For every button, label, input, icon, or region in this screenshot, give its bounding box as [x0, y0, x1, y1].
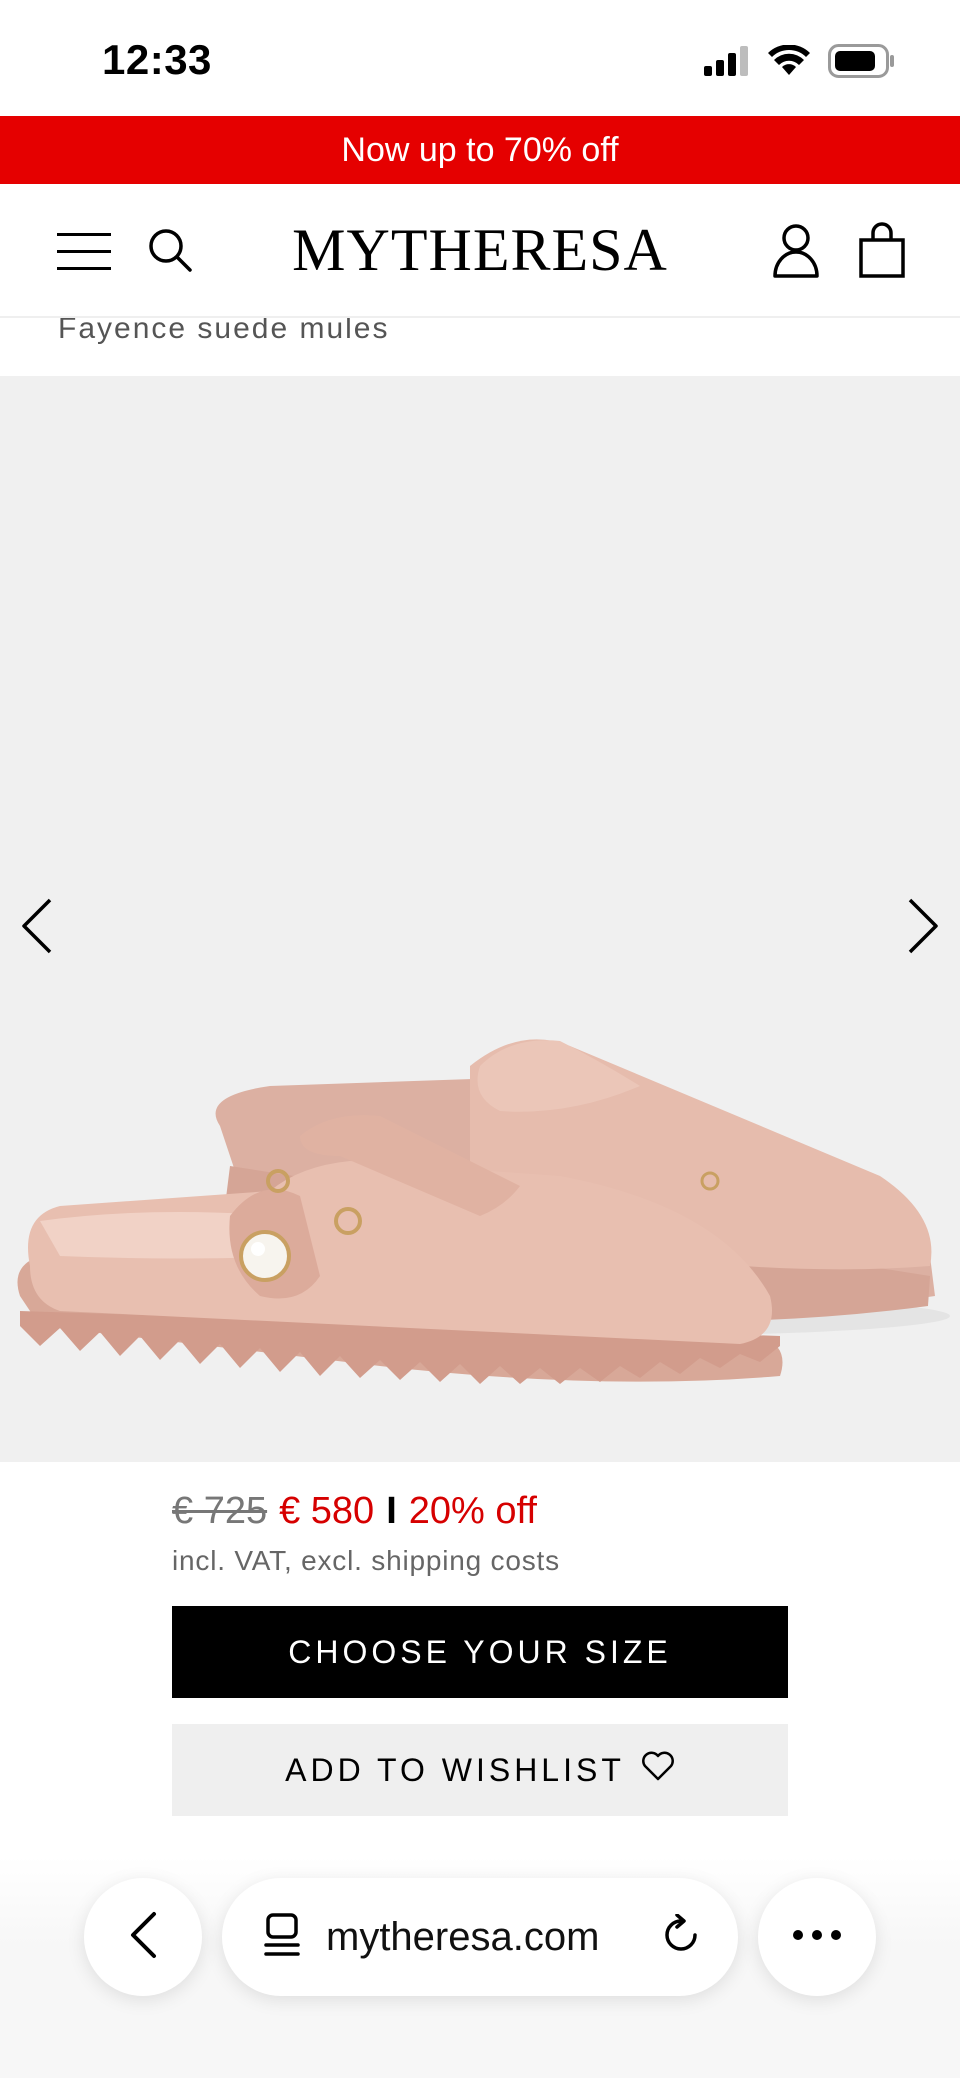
site-header: MYTHERESA — [0, 184, 960, 318]
back-button[interactable] — [84, 1878, 202, 1996]
product-name-strip: Fayence suede mules — [0, 318, 960, 376]
product-name: Fayence suede mules — [58, 318, 390, 345]
status-time: 12:33 — [102, 36, 212, 83]
promo-text: Now up to 70% off — [341, 130, 619, 169]
price-block: € 725 € 580 I 20% off incl. VAT, excl. s… — [172, 1490, 792, 1577]
signal-icon — [704, 46, 750, 81]
bag-icon[interactable] — [854, 220, 910, 280]
price-discount: 20% off — [408, 1490, 537, 1532]
back-icon — [128, 1910, 158, 1965]
more-icon — [792, 1928, 842, 1946]
price-sale: € 580 — [279, 1490, 375, 1532]
choose-size-label: CHOOSE YOUR SIZE — [288, 1633, 672, 1670]
price-separator: I — [386, 1490, 397, 1532]
product-image — [17, 1039, 950, 1384]
price-original: € 725 — [172, 1490, 268, 1532]
address-bar[interactable]: mytheresa.com — [222, 1878, 738, 1996]
battery-icon — [828, 44, 896, 83]
tabs-icon[interactable] — [262, 1912, 302, 1962]
wifi-icon — [768, 44, 810, 82]
search-icon[interactable] — [142, 222, 198, 278]
vat-note: incl. VAT, excl. shipping costs — [172, 1545, 560, 1576]
heart-icon — [641, 1751, 675, 1789]
browser-toolbar: mytheresa.com — [0, 1856, 960, 2078]
url-text: mytheresa.com — [326, 1914, 600, 1959]
promo-banner[interactable]: Now up to 70% off — [0, 116, 960, 184]
more-button[interactable] — [758, 1878, 876, 1996]
wishlist-label: ADD TO WISHLIST — [285, 1751, 625, 1788]
add-to-wishlist-button[interactable]: ADD TO WISHLIST — [172, 1724, 788, 1816]
account-icon[interactable] — [768, 220, 824, 280]
site-logo[interactable]: MYTHERESA — [290, 216, 670, 284]
status-bar: 12:33 — [0, 0, 960, 116]
product-gallery[interactable] — [0, 376, 960, 1462]
status-icons — [704, 44, 896, 83]
reload-icon[interactable] — [660, 1912, 702, 1961]
price-line: € 725 € 580 I 20% off — [172, 1490, 792, 1533]
choose-size-button[interactable]: CHOOSE YOUR SIZE — [172, 1606, 788, 1698]
menu-icon[interactable] — [52, 226, 116, 278]
